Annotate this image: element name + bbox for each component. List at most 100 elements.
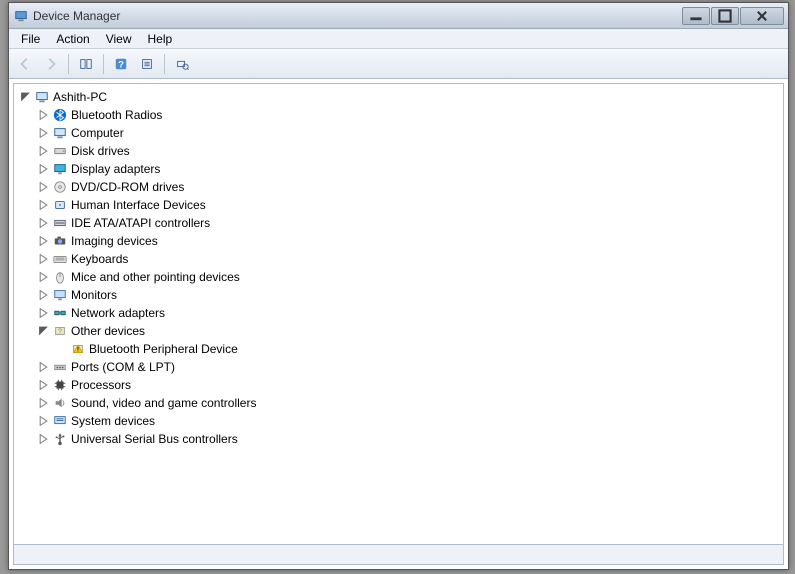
show-hide-console-button[interactable] [74, 52, 98, 76]
system-icon [52, 413, 68, 429]
expand-icon[interactable] [38, 290, 49, 301]
collapse-icon[interactable] [20, 92, 31, 103]
tree-node-label: Imaging devices [71, 234, 158, 248]
expand-icon[interactable] [38, 308, 49, 319]
tree-node-label: Ports (COM & LPT) [71, 360, 175, 374]
display-icon [52, 161, 68, 177]
expand-icon[interactable] [38, 200, 49, 211]
tree-node-label: Display adapters [71, 162, 160, 176]
computer-icon [34, 89, 50, 105]
ports-icon [52, 359, 68, 375]
tree-node[interactable]: System devices [36, 412, 783, 430]
expand-icon[interactable] [38, 182, 49, 193]
monitor-icon [52, 287, 68, 303]
toolbar: ? [9, 49, 788, 79]
forward-button[interactable] [39, 52, 63, 76]
device-tree[interactable]: Ashith-PC Bluetooth Radios Computer Disk dr… [14, 84, 783, 544]
bluetooth-icon [52, 107, 68, 123]
tree-node[interactable]: Monitors [36, 286, 783, 304]
tree-node[interactable]: Ashith-PC [18, 88, 783, 106]
expand-icon[interactable] [38, 398, 49, 409]
tree-node-label: Bluetooth Peripheral Device [89, 342, 238, 356]
tree-node[interactable]: Universal Serial Bus controllers [36, 430, 783, 448]
tree-node-label: Human Interface Devices [71, 198, 206, 212]
tree-node[interactable]: Disk drives [36, 142, 783, 160]
keyboard-icon [52, 251, 68, 267]
tree-node[interactable]: ? Other devices [36, 322, 783, 340]
tree-node[interactable]: Computer [36, 124, 783, 142]
expand-icon[interactable] [38, 434, 49, 445]
device-manager-window: Device Manager File Action View Help ? A… [8, 2, 789, 570]
expand-icon[interactable] [38, 128, 49, 139]
collapse-icon[interactable] [38, 326, 49, 337]
tree-node-label: Monitors [71, 288, 117, 302]
tree-node-label: Processors [71, 378, 131, 392]
expand-icon[interactable] [38, 146, 49, 157]
menu-view[interactable]: View [98, 30, 140, 48]
expand-icon[interactable] [38, 164, 49, 175]
tree-node-label: Keyboards [71, 252, 128, 266]
warning-icon: ! [70, 341, 86, 357]
tree-node[interactable]: Network adapters [36, 304, 783, 322]
svg-text:?: ? [118, 59, 124, 70]
tree-node-label: DVD/CD-ROM drives [71, 180, 184, 194]
expand-icon[interactable] [38, 218, 49, 229]
help-button[interactable]: ? [109, 52, 133, 76]
tree-node-label: Computer [71, 126, 124, 140]
expand-icon[interactable] [38, 236, 49, 247]
app-icon [13, 8, 29, 24]
menu-file[interactable]: File [13, 30, 48, 48]
mouse-icon [52, 269, 68, 285]
expand-icon[interactable] [38, 272, 49, 283]
expand-icon[interactable] [38, 254, 49, 265]
tree-node-label: Sound, video and game controllers [71, 396, 256, 410]
svg-text:?: ? [58, 329, 62, 336]
tree-node[interactable]: Display adapters [36, 160, 783, 178]
toolbar-separator [68, 54, 69, 74]
tree-node[interactable]: IDE ATA/ATAPI controllers [36, 214, 783, 232]
expand-icon[interactable] [38, 416, 49, 427]
tree-node[interactable]: Bluetooth Radios [36, 106, 783, 124]
expand-icon[interactable] [38, 110, 49, 121]
close-button[interactable] [740, 7, 784, 25]
tree-node-label: Other devices [71, 324, 145, 338]
network-icon [52, 305, 68, 321]
tree-node[interactable]: Human Interface Devices [36, 196, 783, 214]
toolbar-separator [103, 54, 104, 74]
tree-node[interactable]: Imaging devices [36, 232, 783, 250]
menu-help[interactable]: Help [140, 30, 181, 48]
toolbar-separator [164, 54, 165, 74]
tree-node[interactable]: Ports (COM & LPT) [36, 358, 783, 376]
hid-icon [52, 197, 68, 213]
maximize-button[interactable] [711, 7, 739, 25]
minimize-button[interactable] [682, 7, 710, 25]
properties-button[interactable] [135, 52, 159, 76]
content-pane: Ashith-PC Bluetooth Radios Computer Disk dr… [13, 83, 784, 565]
menu-action[interactable]: Action [48, 30, 97, 48]
tree-node-label: Bluetooth Radios [71, 108, 162, 122]
sound-icon [52, 395, 68, 411]
tree-node[interactable]: Sound, video and game controllers [36, 394, 783, 412]
tree-node-label: Disk drives [71, 144, 130, 158]
computer-icon [52, 125, 68, 141]
expand-icon[interactable] [38, 362, 49, 373]
back-button[interactable] [13, 52, 37, 76]
tree-node[interactable]: DVD/CD-ROM drives [36, 178, 783, 196]
tree-node[interactable]: Keyboards [36, 250, 783, 268]
usb-icon [52, 431, 68, 447]
tree-node-label: IDE ATA/ATAPI controllers [71, 216, 210, 230]
dvd-icon [52, 179, 68, 195]
tree-node[interactable]: !Bluetooth Peripheral Device [54, 340, 783, 358]
tree-node-label: Universal Serial Bus controllers [71, 432, 238, 446]
other-icon: ? [52, 323, 68, 339]
scan-hardware-button[interactable] [170, 52, 194, 76]
tree-node[interactable]: Mice and other pointing devices [36, 268, 783, 286]
menubar: File Action View Help [9, 29, 788, 49]
expand-icon[interactable] [38, 380, 49, 391]
disk-icon [52, 143, 68, 159]
titlebar[interactable]: Device Manager [9, 3, 788, 29]
tree-node[interactable]: Processors [36, 376, 783, 394]
tree-node-label: Mice and other pointing devices [71, 270, 240, 284]
tree-node-label: Ashith-PC [53, 90, 107, 104]
statusbar [14, 544, 783, 564]
